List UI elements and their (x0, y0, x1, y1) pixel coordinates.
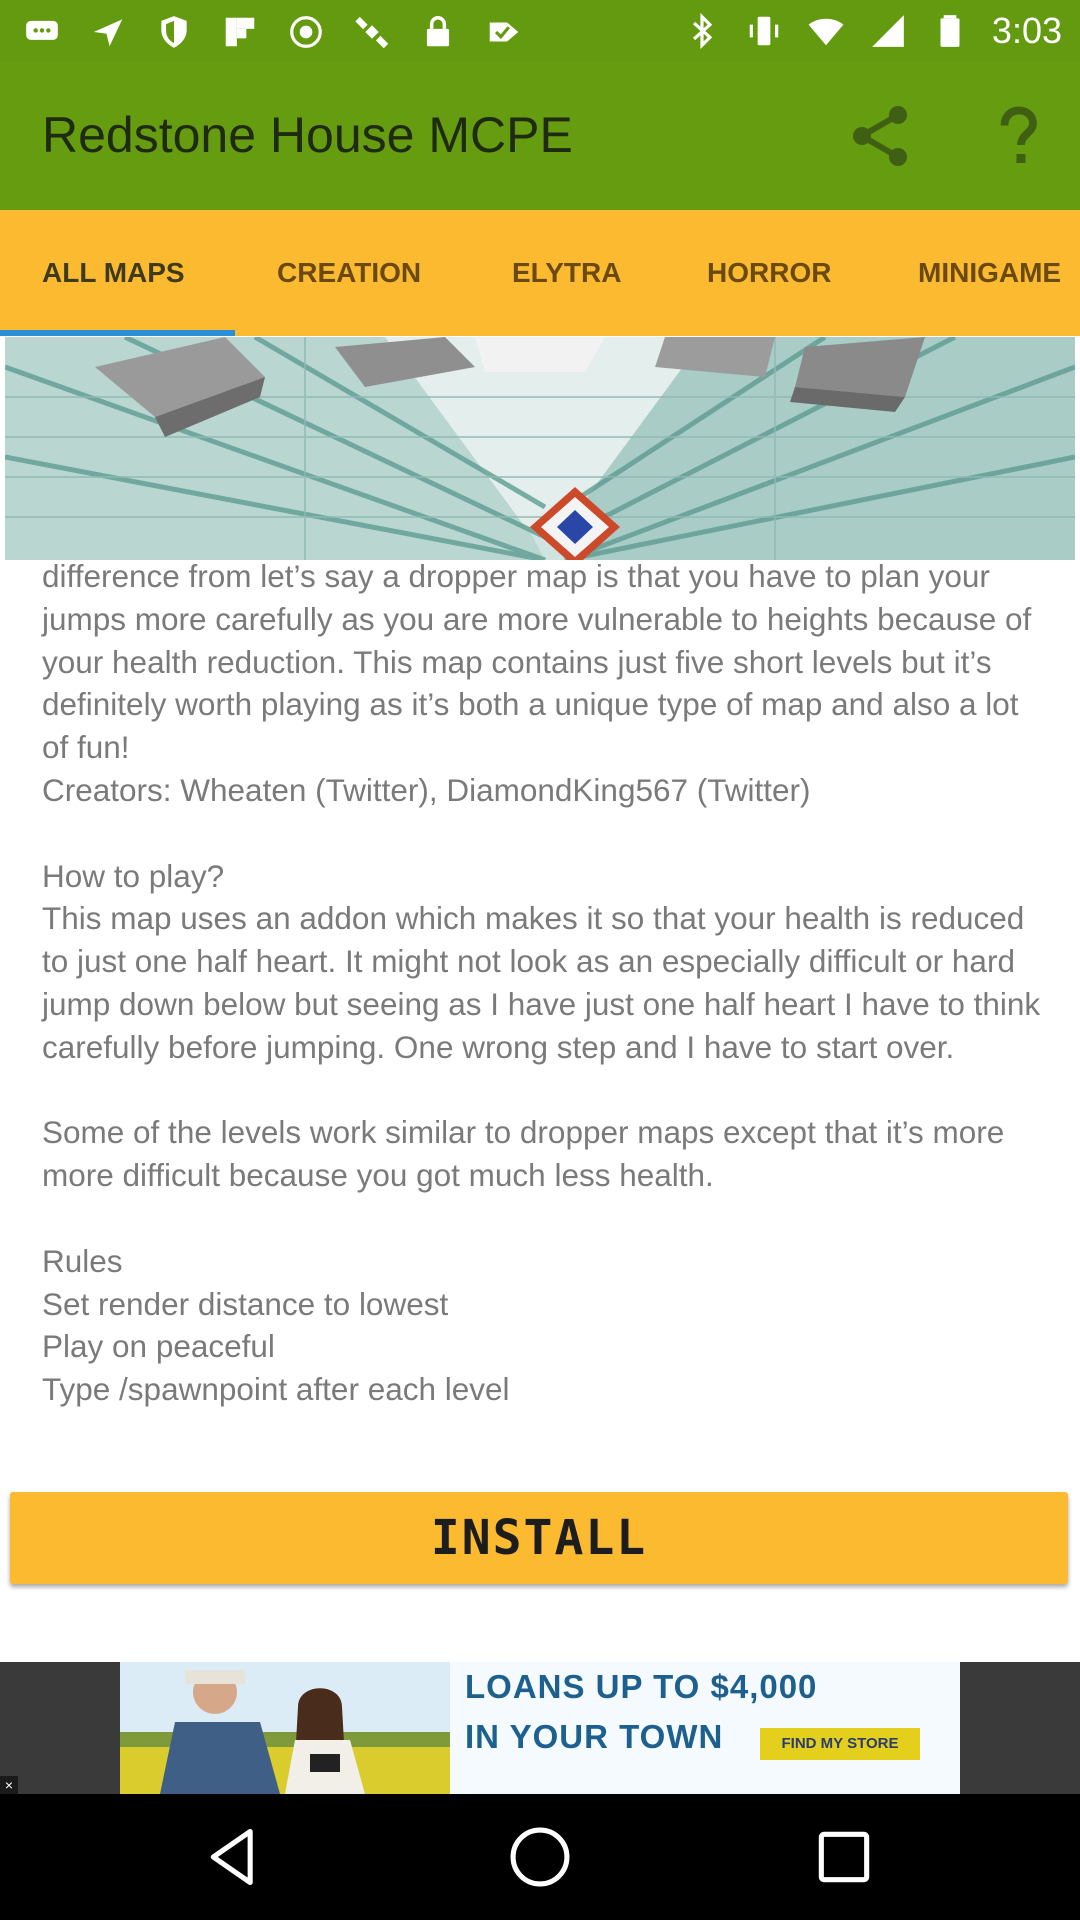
ad-headline-line2: IN YOUR TOWN (465, 1718, 724, 1755)
help-icon (1000, 106, 1037, 163)
bluetooth-icon (682, 11, 722, 51)
messages-icon (22, 12, 62, 52)
recents-icon (818, 1831, 870, 1883)
ad-cta-button[interactable]: FIND MY STORE (760, 1728, 920, 1760)
app-icon (286, 12, 326, 52)
navigation-icon (88, 12, 128, 52)
map-description: difference from let’s say a dropper map … (42, 558, 1041, 1408)
tab-elytra[interactable]: ELYTRA (512, 210, 621, 336)
battery-icon (930, 11, 970, 51)
install-button[interactable]: INSTALL (10, 1492, 1068, 1584)
home-icon (510, 1827, 570, 1887)
tab-indicator (0, 330, 235, 336)
help-button[interactable] (978, 96, 1058, 176)
app-bar: Redstone House MCPE (0, 62, 1080, 210)
map-preview-image (5, 337, 1075, 560)
system-icons: 3:03 (682, 8, 1062, 54)
status-bar: 3:03 (0, 0, 1080, 62)
shield-icon (154, 12, 194, 52)
signal-icon (868, 11, 908, 51)
recents-button[interactable] (804, 1817, 884, 1897)
flipboard-icon (220, 12, 260, 52)
ad-close-icon[interactable]: × (0, 1776, 18, 1794)
back-button[interactable] (196, 1817, 276, 1897)
checkmark-icon (484, 12, 524, 52)
share-button[interactable] (840, 96, 920, 176)
ad-headline-line1: LOANS UP TO $4,000 (465, 1668, 818, 1705)
app-title: Redstone House MCPE (42, 107, 573, 163)
ad-banner-container: LOANS UP TO $4,000 IN YOUR TOWN FIND MY … (0, 1662, 1080, 1794)
back-icon (210, 1828, 253, 1886)
clock: 3:03 (991, 10, 1062, 51)
wifi-icon (806, 11, 846, 51)
notification-icons (22, 12, 524, 52)
share-icon (853, 106, 907, 166)
tab-all-maps[interactable]: ALL MAPS (42, 210, 185, 336)
tab-horror[interactable]: HORROR (707, 210, 831, 336)
navigation-bar (0, 1794, 1080, 1920)
vibrate-icon (744, 11, 784, 51)
tab-creation[interactable]: CREATION (277, 210, 421, 336)
tab-minigame[interactable]: MINIGAME (918, 210, 1061, 336)
category-tabs: ALL MAPS CREATION ELYTRA HORROR MINIGAME (0, 210, 1080, 336)
lock-icon (418, 12, 458, 52)
home-button[interactable] (500, 1817, 580, 1897)
ad-banner[interactable]: LOANS UP TO $4,000 IN YOUR TOWN FIND MY … (120, 1662, 960, 1794)
satellite-icon (352, 12, 392, 52)
